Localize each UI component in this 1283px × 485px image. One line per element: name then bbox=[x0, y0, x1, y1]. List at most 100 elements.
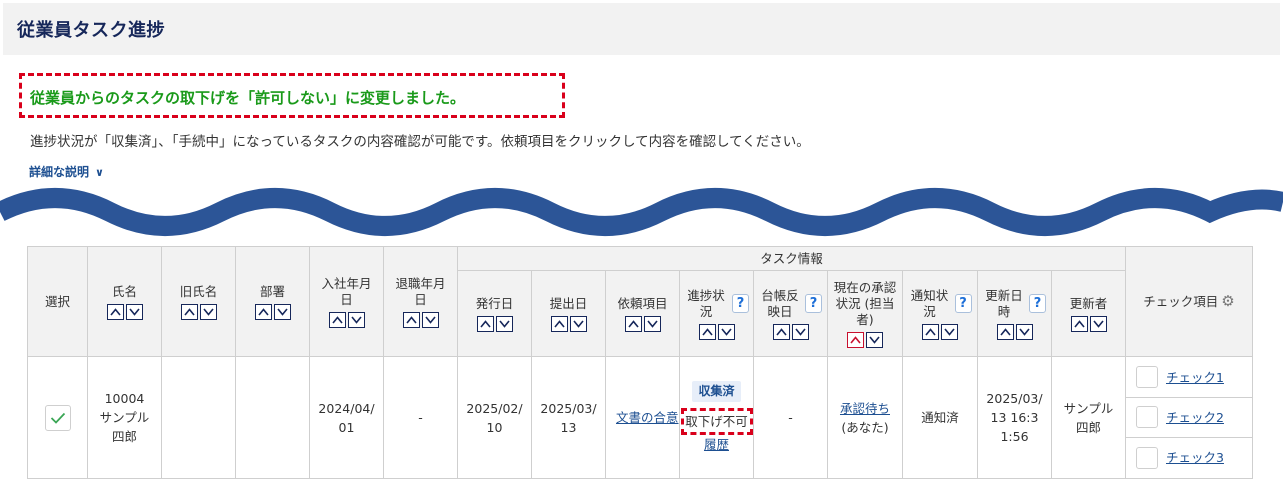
cell-hire-date: 2024/04/01 bbox=[309, 356, 384, 479]
sort-desc-button[interactable] bbox=[717, 323, 735, 340]
sort-controls bbox=[458, 315, 531, 332]
sort-controls bbox=[680, 323, 753, 340]
sort-controls bbox=[88, 303, 161, 320]
header-ledger-date: 台帳反映日? bbox=[753, 270, 828, 357]
gear-icon[interactable]: ⚙ bbox=[1221, 293, 1234, 309]
sort-desc-button[interactable] bbox=[1015, 323, 1033, 340]
cell-select bbox=[27, 356, 88, 479]
help-icon[interactable]: ? bbox=[805, 294, 822, 313]
check-item: チェック3 bbox=[1126, 438, 1252, 478]
check-item: チェック1 bbox=[1126, 358, 1252, 398]
sort-asc-button[interactable] bbox=[254, 303, 272, 320]
check-item-link[interactable]: チェック3 bbox=[1166, 448, 1224, 467]
sort-desc-button[interactable] bbox=[1089, 315, 1107, 332]
check-item-checkbox[interactable] bbox=[1136, 406, 1158, 428]
cell-notify-status: 通知済 bbox=[902, 356, 978, 479]
sort-desc-button[interactable] bbox=[791, 323, 809, 340]
check-item-checkbox[interactable] bbox=[1136, 446, 1158, 469]
header-hire-date: 入社年月日 bbox=[309, 246, 384, 357]
history-link[interactable]: 履歴 bbox=[704, 437, 729, 452]
wave-divider bbox=[0, 188, 1283, 236]
check-item-checkbox[interactable] bbox=[1136, 366, 1158, 388]
sort-controls bbox=[384, 311, 457, 328]
help-icon[interactable]: ? bbox=[1029, 294, 1046, 313]
check-item-link[interactable]: チェック2 bbox=[1166, 408, 1224, 427]
header-select: 選択 bbox=[27, 246, 88, 357]
notice-box: 従業員からのタスクの取下げを「許可しない」に変更しました。 bbox=[19, 73, 565, 118]
sort-desc-button[interactable] bbox=[199, 303, 217, 320]
detail-link-label: 詳細な説明 bbox=[29, 165, 90, 179]
page-title: 従業員タスク進捗 bbox=[17, 20, 165, 41]
sort-asc-button[interactable] bbox=[328, 311, 346, 328]
sort-controls bbox=[162, 303, 235, 320]
sort-asc-button[interactable] bbox=[106, 303, 124, 320]
row-select-checkbox[interactable] bbox=[44, 404, 71, 431]
sort-asc-button[interactable] bbox=[180, 303, 198, 320]
help-icon[interactable]: ? bbox=[954, 294, 972, 313]
sort-controls bbox=[236, 303, 309, 320]
withdraw-disabled-label: 取下げ不可 bbox=[680, 408, 753, 435]
notice-message: 従業員からのタスクの取下げを「許可しない」に変更しました。 bbox=[30, 89, 466, 107]
table-row: 10004 サンプル四郎 2024/04/01 - 2025/02/10 202… bbox=[27, 356, 1253, 479]
header-department: 部署 bbox=[235, 246, 310, 357]
request-item-link[interactable]: 文書の合意 bbox=[616, 410, 679, 425]
sort-desc-button[interactable] bbox=[643, 315, 661, 332]
sort-asc-button[interactable] bbox=[550, 315, 568, 332]
sort-desc-button[interactable] bbox=[347, 311, 365, 328]
help-icon[interactable]: ? bbox=[732, 294, 749, 313]
sort-desc-button[interactable] bbox=[125, 303, 143, 320]
page-header bbox=[3, 3, 1280, 55]
sort-asc-button[interactable] bbox=[476, 315, 494, 332]
sort-controls bbox=[828, 331, 902, 348]
sort-controls bbox=[606, 315, 679, 332]
sort-controls bbox=[903, 323, 977, 340]
header-old-name: 旧氏名 bbox=[161, 246, 236, 357]
header-request-item: 依頼項目 bbox=[605, 270, 680, 357]
header-notify-status: 通知状況? bbox=[902, 270, 978, 357]
sort-desc-button[interactable] bbox=[495, 315, 513, 332]
sort-desc-button[interactable] bbox=[421, 311, 439, 328]
sort-asc-button[interactable] bbox=[402, 311, 420, 328]
sort-asc-button[interactable] bbox=[772, 323, 790, 340]
chevron-down-icon: ∨ bbox=[95, 166, 104, 179]
cell-old-name bbox=[161, 356, 236, 479]
check-item-link[interactable]: チェック1 bbox=[1166, 368, 1224, 387]
sort-asc-button[interactable] bbox=[1070, 315, 1088, 332]
header-check-items: チェック項目 ⚙ bbox=[1125, 246, 1253, 357]
header-updated-by: 更新者 bbox=[1051, 270, 1126, 357]
sort-controls bbox=[310, 311, 383, 328]
sort-controls bbox=[978, 323, 1051, 340]
cell-updated-at: 2025/03/13 16:31:56 bbox=[977, 356, 1052, 479]
sort-asc-button[interactable] bbox=[698, 323, 716, 340]
sort-controls bbox=[532, 315, 605, 332]
sort-asc-button[interactable] bbox=[847, 331, 864, 348]
sort-desc-button[interactable] bbox=[569, 315, 587, 332]
sort-desc-button[interactable] bbox=[273, 303, 291, 320]
check-item: チェック2 bbox=[1126, 398, 1252, 438]
sort-asc-button[interactable] bbox=[996, 323, 1014, 340]
sort-asc-button[interactable] bbox=[922, 323, 939, 340]
status-badge: 収集済 bbox=[692, 381, 741, 402]
cell-progress: 収集済 取下げ不可 履歴 bbox=[679, 356, 754, 479]
cell-ledger-date: - bbox=[753, 356, 828, 479]
header-issue-date: 発行日 bbox=[457, 270, 532, 357]
sort-controls bbox=[754, 323, 827, 340]
header-name: 氏名 bbox=[87, 246, 162, 357]
approval-pending-link[interactable]: 承認待ち bbox=[840, 401, 890, 416]
header-progress: 進捗状況? bbox=[679, 270, 754, 357]
sort-desc-button[interactable] bbox=[866, 331, 883, 348]
header-approval-status: 現在の承認状況 (担当者) bbox=[827, 270, 903, 357]
page-description: 進捗状況が「収集済」、「手続中」になっているタスクの内容確認が可能です。依頼項目… bbox=[30, 134, 810, 150]
employee-id: 10004 bbox=[104, 391, 145, 406]
header-updated-at: 更新日時? bbox=[977, 270, 1052, 357]
sort-asc-button[interactable] bbox=[624, 315, 642, 332]
header-retire-date: 退職年月日 bbox=[383, 246, 458, 357]
sort-desc-button[interactable] bbox=[941, 323, 958, 340]
cell-updated-by: サンプル四郎 bbox=[1051, 356, 1126, 479]
header-submit-date: 提出日 bbox=[531, 270, 606, 357]
cell-request-item: 文書の合意 bbox=[605, 356, 680, 479]
header-task-info-group: タスク情報 bbox=[457, 246, 1126, 271]
detail-explanation-link[interactable]: 詳細な説明 ∨ bbox=[29, 163, 104, 180]
task-progress-table: 選択 氏名 旧氏名 部署 入社年月日 退職年月日 タスク情報 チェック項目 ⚙ … bbox=[27, 246, 1253, 479]
sort-controls bbox=[1052, 315, 1125, 332]
